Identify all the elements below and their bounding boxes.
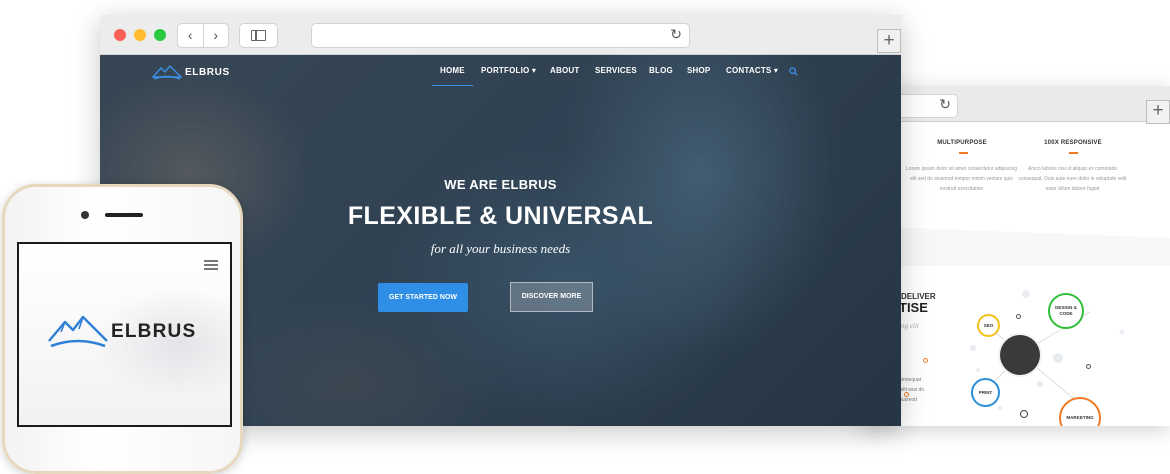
phone-screen: ELBRUS: [17, 242, 232, 427]
diagram-dot: [1016, 314, 1021, 319]
mountain-logo-icon: [48, 315, 108, 348]
diagram-hub: [1000, 335, 1040, 375]
forward-icon[interactable]: ›: [204, 24, 229, 47]
browser-toolbar: ‹ › ↻ +: [100, 15, 901, 55]
hamburger-menu-icon[interactable]: [204, 260, 218, 272]
get-started-button[interactable]: GET STARTED NOW: [378, 283, 468, 312]
hero-tagline: for all your business needs: [430, 241, 571, 256]
phone-logo-name: ELBRUS: [111, 321, 197, 342]
diagram-dot: [1020, 410, 1028, 418]
node-seo[interactable]: SEO: [977, 314, 1000, 337]
back-browser-window: ↻ + MULTIPURPOSE Lorem ipsum dolor sit a…: [860, 86, 1170, 426]
search-icon[interactable]: [789, 67, 798, 76]
diagram-dot: [1086, 364, 1091, 369]
hero-subtitle: WE ARE ELBRUS: [444, 177, 557, 192]
nav-about[interactable]: ABOUT: [550, 66, 579, 75]
close-window-button[interactable]: [114, 29, 126, 41]
hero-title: FLEXIBLE & UNIVERSAL: [347, 202, 654, 230]
new-tab-icon[interactable]: +: [877, 29, 901, 53]
nav-portfolio[interactable]: PORTFOLIO ▾: [481, 66, 536, 75]
site-logo[interactable]: ELBRUS: [152, 64, 230, 80]
nav-active-indicator: [432, 85, 473, 86]
sidebar-icon: [251, 30, 266, 41]
nav-blog[interactable]: BLOG: [649, 66, 673, 75]
mountain-logo-icon: [152, 64, 182, 80]
nav-shop[interactable]: SHOP: [687, 66, 710, 75]
phone-logo[interactable]: ELBRUS: [47, 314, 196, 350]
url-bar[interactable]: ↻: [312, 24, 689, 47]
nav-services[interactable]: SERVICES: [595, 66, 637, 75]
minimize-window-button[interactable]: [134, 29, 146, 41]
reload-icon[interactable]: ↻: [670, 26, 682, 43]
zoom-window-button[interactable]: [154, 29, 166, 41]
history-buttons: ‹ ›: [178, 24, 228, 47]
nav-home[interactable]: HOME: [440, 66, 465, 75]
nav-contacts[interactable]: CONTACTS ▾: [726, 66, 778, 75]
sidebar-toggle-button[interactable]: [240, 24, 277, 47]
discover-more-button[interactable]: DISCOVER MORE: [510, 282, 593, 312]
back-icon[interactable]: ‹: [178, 24, 204, 47]
node-design-code[interactable]: DESIGN & CODE: [1048, 293, 1084, 329]
node-print[interactable]: PRINT: [971, 378, 1000, 407]
site-logo-name: ELBRUS: [185, 66, 230, 78]
phone-camera: [81, 211, 89, 219]
